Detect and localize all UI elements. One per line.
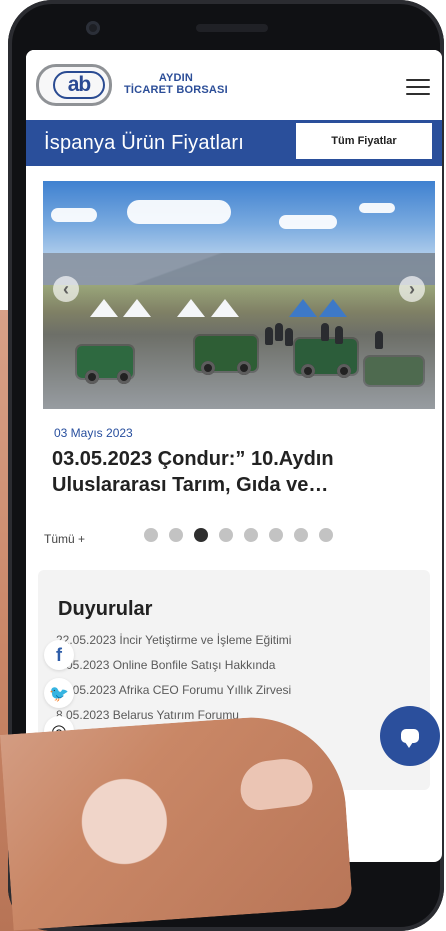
announcement-item[interactable]: 22.05.2023 İncir Yetiştirme ve İşleme Eğ… [56, 633, 386, 658]
pagination-dot[interactable] [294, 528, 308, 542]
front-camera [86, 21, 100, 35]
person [335, 326, 343, 344]
tent [211, 299, 239, 317]
chat-button[interactable] [380, 706, 440, 766]
cloud [51, 208, 97, 222]
speaker [196, 24, 268, 32]
brand-name[interactable]: AYDIN TİCARET BORSASI [124, 72, 228, 96]
chat-icon [401, 729, 419, 748]
scene: ab AYDIN TİCARET BORSASI İspanya Ürün Fi… [0, 0, 446, 931]
cloud [127, 200, 231, 224]
tent [177, 299, 205, 317]
thumb [0, 711, 353, 931]
person [265, 327, 273, 345]
pagination-dot-active[interactable] [194, 528, 208, 542]
person [285, 328, 293, 346]
news-slider[interactable]: ‹ › [43, 181, 435, 409]
chevron-right-icon: › [409, 278, 415, 299]
cloud [359, 203, 395, 213]
wheel [301, 364, 315, 378]
facebook-button[interactable]: f [44, 640, 74, 670]
price-bar-title[interactable]: İspanya Ürün Fiyatları [44, 132, 244, 155]
brand-line-1: AYDIN [158, 72, 194, 84]
all-news-link[interactable]: Tümü + [44, 532, 85, 546]
brand-line-2: TİCARET BORSASI [124, 84, 228, 96]
pagination-dot[interactable] [319, 528, 333, 542]
chevron-left-icon: ‹ [63, 278, 69, 299]
price-bar: İspanya Ürün Fiyatları Tüm Fiyatlar [26, 120, 442, 166]
wheel [85, 370, 99, 384]
wheel [201, 361, 215, 375]
twitter-button[interactable]: 🐦 [44, 678, 74, 708]
tent [90, 299, 118, 317]
slider-prev-button[interactable]: ‹ [53, 276, 79, 302]
logo[interactable]: ab [36, 64, 112, 106]
logo-text: ab [67, 73, 91, 96]
announcement-item[interactable]: 18.05.2023 Afrika CEO Forumu Yıllık Zirv… [56, 683, 386, 708]
menu-line [406, 86, 430, 88]
slider-next-button[interactable]: › [399, 276, 425, 302]
tent [319, 299, 347, 317]
pagination-dot[interactable] [144, 528, 158, 542]
cloud [279, 215, 337, 229]
pagination-dot[interactable] [169, 528, 183, 542]
menu-line [406, 79, 430, 81]
person [321, 323, 329, 341]
slider-pagination [144, 528, 334, 542]
site-header: ab AYDIN TİCARET BORSASI [26, 50, 442, 120]
twitter-icon: 🐦 [49, 683, 69, 703]
news-date: 03 Mayıs 2023 [54, 426, 133, 440]
person [275, 323, 283, 341]
news-title[interactable]: 03.05.2023 Çondur:” 10.Aydın Uluslararas… [52, 446, 402, 498]
wheel [117, 370, 131, 384]
wheel [337, 364, 351, 378]
tent [123, 299, 151, 317]
pagination-dot[interactable] [269, 528, 283, 542]
pagination-dot[interactable] [219, 528, 233, 542]
menu-line [406, 93, 430, 95]
announcements-title: Duyurular [58, 598, 153, 620]
all-prices-button[interactable]: Tüm Fiyatlar [296, 123, 432, 159]
pagination-dot[interactable] [244, 528, 258, 542]
menu-button[interactable] [406, 79, 430, 97]
person [375, 331, 383, 349]
wheel [237, 361, 251, 375]
announcement-item[interactable]: 2.05.2023 Online Bonfile Satışı Hakkında [56, 658, 386, 683]
tent [289, 299, 317, 317]
tractor [365, 357, 423, 385]
logo-mark: ab [53, 71, 105, 99]
facebook-icon: f [56, 644, 62, 665]
